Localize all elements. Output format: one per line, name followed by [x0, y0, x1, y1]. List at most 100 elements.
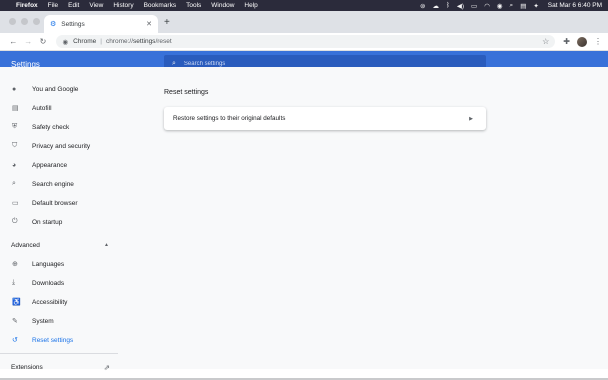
menu-app-name[interactable]: Firefox [16, 2, 38, 9]
restore-defaults-label: Restore settings to their original defau… [173, 115, 286, 122]
siri-icon[interactable]: ✦ [533, 2, 538, 10]
search-icon: ⌕ [12, 180, 16, 187]
sidebar-item-system[interactable]: ✎ System [0, 313, 120, 329]
menu-file[interactable]: File [48, 2, 58, 9]
menu-edit[interactable]: Edit [68, 2, 79, 9]
sidebar-item-downloads[interactable]: ⤓ Downloads [0, 275, 120, 291]
volume-icon[interactable]: ◀) [457, 2, 464, 10]
omnibox-divider: | [100, 38, 102, 45]
globe-icon: ⊕ [12, 261, 18, 268]
bluetooth-icon[interactable]: ᛒ [446, 2, 450, 9]
chevron-right-icon: ▶ [469, 115, 473, 122]
sidebar-item-search-engine[interactable]: ⌕ Search engine [0, 176, 120, 192]
restore-icon: ↺ [12, 337, 18, 344]
back-arrow-icon[interactable]: ← [6, 37, 21, 46]
url-path: /reset [155, 38, 172, 45]
shield-check-icon: ⛨ [12, 123, 18, 130]
sidebar-item-label: Appearance [32, 161, 68, 169]
browser-icon: ▭ [12, 200, 19, 207]
sidebar-item-label: You and Google [32, 85, 79, 93]
zoom-window-button[interactable] [33, 18, 40, 25]
accessibility-icon: ♿ [12, 299, 21, 306]
menu-bookmarks[interactable]: Bookmarks [144, 2, 177, 9]
wifi-icon[interactable]: ◠ [484, 2, 490, 10]
power-icon: ⏻ [12, 218, 18, 225]
settings-content: ● You and Google ▤ Autofill ⛨ Safety che… [0, 67, 608, 372]
macos-menubar: Firefox File Edit View History Bookmarks… [0, 0, 608, 11]
spotlight-icon[interactable]: ⌕ [510, 2, 514, 10]
clipboard-icon: ▤ [12, 105, 19, 112]
sidebar-item-languages[interactable]: ⊕ Languages [0, 256, 120, 272]
sidebar-item-autofill[interactable]: ▤ Autofill [0, 100, 120, 116]
chevron-up-icon: ▲ [104, 242, 109, 248]
reset-settings-card: Restore settings to their original defau… [164, 107, 486, 130]
battery-icon[interactable]: ▭ [471, 2, 477, 10]
settings-sidebar: ● You and Google ▤ Autofill ⛨ Safety che… [0, 67, 120, 372]
profile-avatar[interactable] [577, 36, 587, 47]
tab-strip: ⚙ Settings ✕ + [0, 11, 608, 33]
bookmark-star-icon[interactable]: ☆ [542, 37, 549, 46]
extensions-label: Extensions [11, 363, 43, 371]
sidebar-divider [0, 353, 118, 354]
sidebar-item-label: Privacy and security [32, 142, 91, 150]
palette-icon: ◕ [12, 161, 17, 169]
sidebar-item-on-startup[interactable]: ⏻ On startup [0, 214, 120, 230]
extensions-puzzle-icon[interactable]: ✚ [563, 37, 570, 46]
shield-icon: ⛉ [12, 142, 18, 149]
sidebar-advanced-toggle[interactable]: Advanced ▲ [0, 238, 120, 252]
sidebar-item-label: Reset settings [32, 336, 74, 344]
cloud-icon[interactable]: ☁ [432, 2, 439, 10]
menubar-tray: ⊚ ☁ ᛒ ◀) ▭ ◠ ◉ ⌕ ▤ ✦ Sat Mar 6 6:40 PM [420, 2, 602, 10]
forward-arrow-icon[interactable]: → [21, 37, 36, 46]
chrome-site-icon: ◉ [62, 38, 69, 46]
sidebar-item-label: Languages [32, 260, 65, 268]
url-host: settings [133, 38, 156, 45]
advanced-label: Advanced [11, 241, 40, 249]
close-window-button[interactable] [9, 18, 16, 25]
browser-toolbar: ← → ↻ ◉ Chrome | chrome://settings/reset… [0, 33, 608, 51]
sidebar-item-label: Search engine [32, 180, 74, 188]
sidebar-item-label: Safety check [32, 123, 70, 131]
gear-icon: ⚙ [50, 21, 57, 28]
wrench-icon: ✎ [12, 318, 18, 325]
address-bar[interactable]: ◉ Chrome | chrome://settings/reset ☆ [56, 35, 556, 48]
section-title: Reset settings [164, 89, 209, 96]
sidebar-item-reset-settings[interactable]: ↺ Reset settings [0, 332, 120, 348]
sidebar-item-label: System [32, 317, 54, 325]
download-icon: ⤓ [12, 279, 16, 286]
restore-defaults-row[interactable]: Restore settings to their original defau… [164, 107, 486, 130]
sidebar-item-label: Autofill [32, 104, 52, 112]
sidebar-item-safety-check[interactable]: ⛨ Safety check [0, 119, 120, 135]
sidebar-item-default-browser[interactable]: ▭ Default browser [0, 195, 120, 211]
sidebar-item-label: On startup [32, 218, 63, 226]
sidebar-item-you-and-google[interactable]: ● You and Google [0, 81, 120, 97]
reload-icon[interactable]: ↻ [36, 37, 51, 46]
user-icon[interactable]: ◉ [497, 2, 503, 10]
window-controls [9, 18, 40, 25]
sidebar-item-privacy[interactable]: ⛉ Privacy and security [0, 138, 120, 154]
sidebar-item-appearance[interactable]: ◕ Appearance [0, 157, 120, 173]
sidebar-item-label: Accessibility [32, 298, 68, 306]
tab-settings[interactable]: ⚙ Settings ✕ [44, 15, 158, 33]
sidebar-item-accessibility[interactable]: ♿ Accessibility [0, 294, 120, 310]
sidebar-item-label: Default browser [32, 199, 78, 207]
menu-help[interactable]: Help [244, 2, 257, 9]
menubar-clock[interactable]: Sat Mar 6 6:40 PM [548, 2, 602, 9]
sidebar-item-extensions[interactable]: Extensions ⇗ [0, 360, 120, 374]
close-tab-icon[interactable]: ✕ [146, 20, 152, 28]
menu-tools[interactable]: Tools [186, 2, 201, 9]
menu-history[interactable]: History [113, 2, 133, 9]
tab-title: Settings [61, 20, 85, 28]
sidebar-item-label: Downloads [32, 279, 65, 287]
url-scheme: chrome:// [105, 38, 134, 45]
menu-view[interactable]: View [89, 2, 103, 9]
new-tab-button[interactable]: + [164, 17, 170, 28]
site-label: Chrome [73, 38, 97, 45]
person-icon: ● [12, 85, 17, 93]
creative-cloud-icon[interactable]: ⊚ [420, 2, 425, 10]
toolbar-actions: ✚ ⋮ [563, 36, 602, 47]
control-center-icon[interactable]: ▤ [520, 2, 526, 10]
menu-window[interactable]: Window [211, 2, 234, 9]
minimize-window-button[interactable] [21, 18, 28, 25]
browser-menu-icon[interactable]: ⋮ [594, 37, 602, 46]
